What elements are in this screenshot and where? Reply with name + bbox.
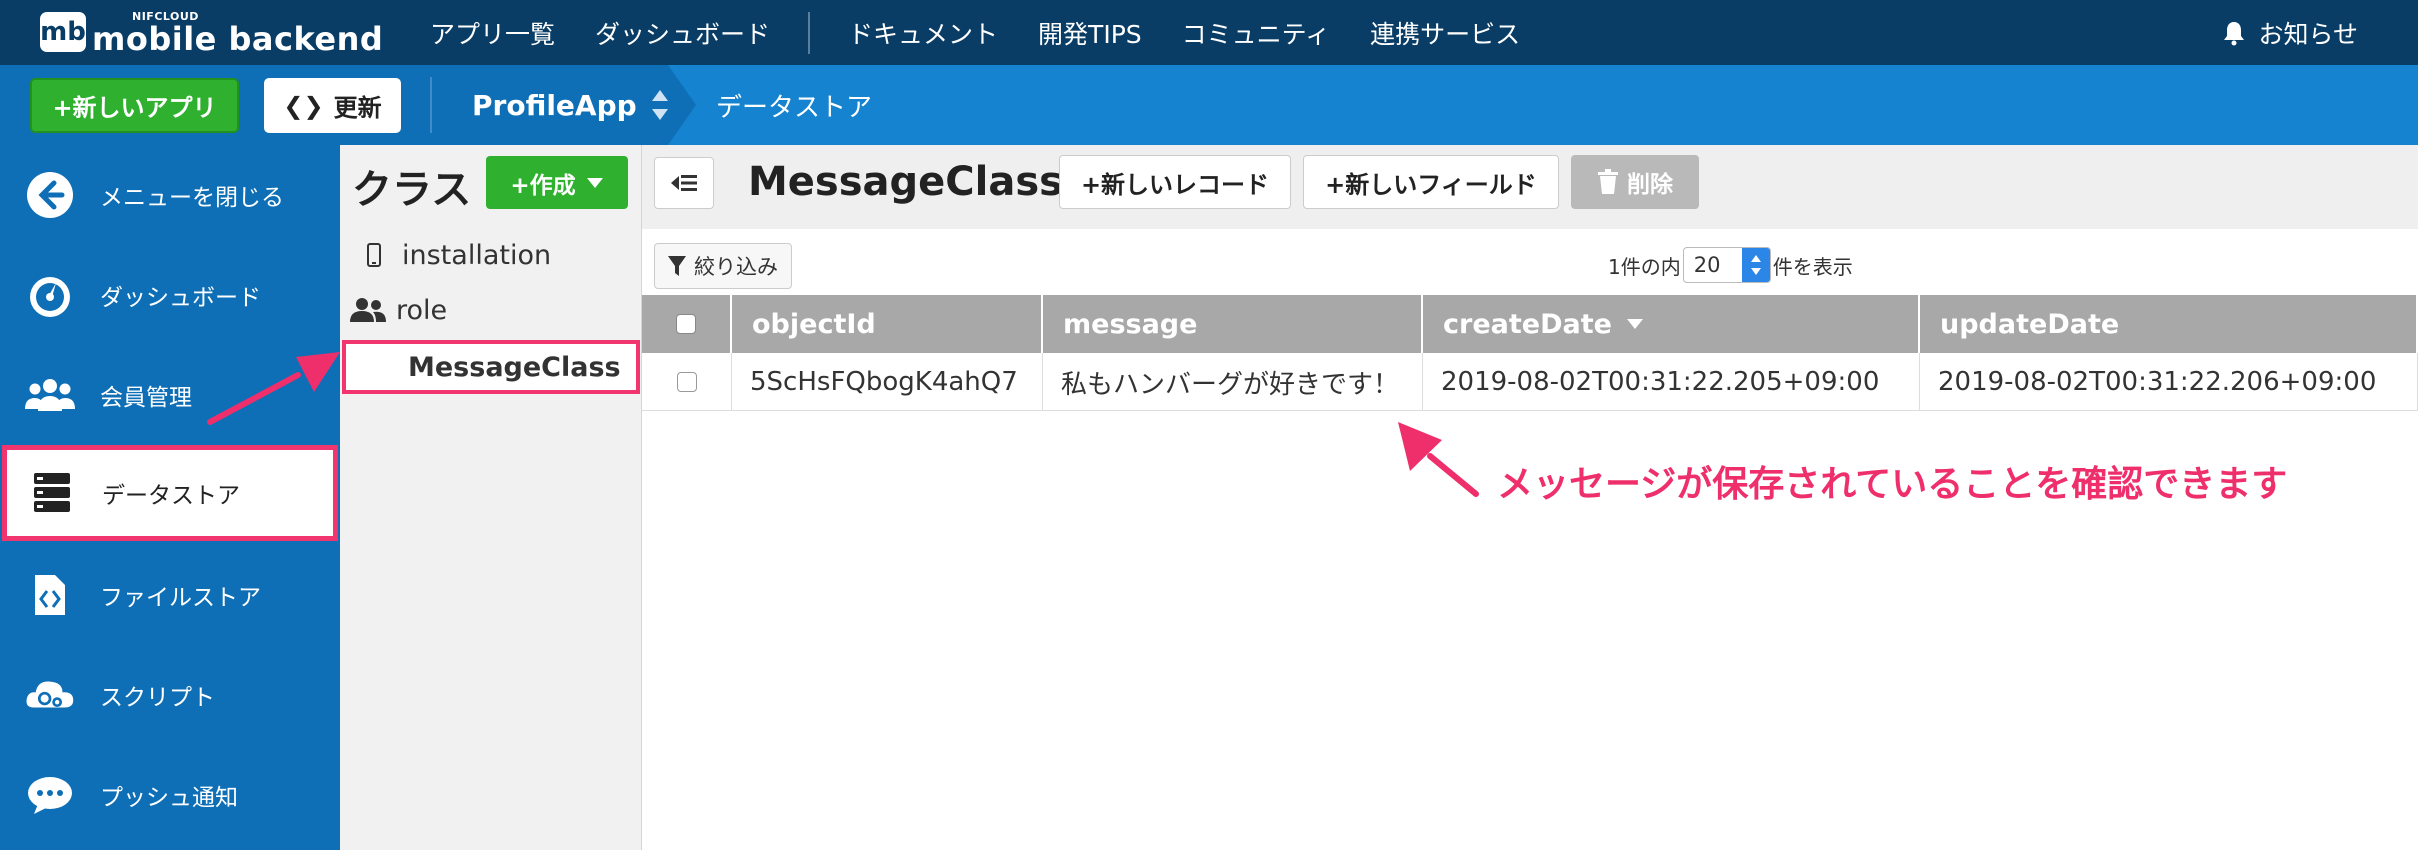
- class-item-label: role: [396, 294, 448, 326]
- app-name: ProfileApp: [472, 88, 637, 122]
- select-all-cell: [642, 295, 732, 353]
- database-icon: [27, 468, 77, 518]
- cloud-gear-icon: [25, 670, 75, 720]
- toolbar-divider: [430, 77, 432, 133]
- nav-dashboard[interactable]: ダッシュボード: [595, 15, 770, 51]
- select-all-checkbox[interactable]: [676, 314, 696, 334]
- sidebar-item-label: データストア: [102, 483, 240, 509]
- spinner-arrows-icon[interactable]: [1741, 248, 1770, 282]
- sidebar-item-label: プッシュ通知: [100, 785, 238, 811]
- sidebar-item-label: 会員管理: [100, 385, 192, 411]
- per-page-value: 20: [1693, 253, 1721, 277]
- class-item-installation[interactable]: installation: [340, 228, 642, 282]
- sidebar-item-close-menu[interactable]: メニューを閉じる: [0, 145, 340, 245]
- class-header: MessageClass +新しいレコード +新しいフィールド 削除: [642, 145, 2418, 229]
- filter-button[interactable]: 絞り込み: [654, 243, 792, 289]
- logo-mark: mb: [40, 12, 86, 52]
- new-field-button[interactable]: +新しいフィールド: [1303, 155, 1559, 209]
- column-header-updatedate[interactable]: updateDate: [1920, 295, 2418, 353]
- mobile-icon: [354, 243, 394, 267]
- class-item-role[interactable]: role: [340, 283, 642, 337]
- class-item-messageclass[interactable]: MessageClass: [342, 340, 640, 394]
- class-name-heading: MessageClass: [748, 159, 1063, 205]
- sidebar: メニューを閉じる ダッシュボード 会員管理 データストア ファイルストア スクリ…: [0, 145, 340, 850]
- annotation-text: メッセージが保存されていることを確認できます: [1497, 464, 2288, 505]
- sidebar-item-label: メニューを閉じる: [100, 185, 284, 211]
- breadcrumb[interactable]: データストア: [716, 65, 872, 145]
- file-code-icon: [25, 570, 75, 620]
- table-header: objectId message createDate updateDate: [642, 295, 2418, 353]
- filter-row: 絞り込み 1件の内 20 件を表示: [642, 229, 2418, 295]
- nav-community[interactable]: コミュニティ: [1182, 15, 1331, 51]
- column-header-createdate[interactable]: createDate: [1423, 295, 1920, 353]
- pagination-prefix: 1件の内: [1608, 254, 1681, 279]
- sidebar-item-members[interactable]: 会員管理: [0, 345, 340, 445]
- app-toolbar: +新しいアプリ ❮❯ 更新 ProfileApp データストア: [0, 65, 2418, 145]
- sidebar-item-label: スクリプト: [100, 685, 215, 711]
- trash-icon: [1598, 169, 1618, 194]
- top-nav: mb NIFCLOUD mobile backend アプリ一覧 ダッシュボード…: [0, 0, 2418, 65]
- notifications-link[interactable]: お知らせ: [2222, 0, 2358, 65]
- collapse-left-icon: [671, 175, 697, 191]
- column-header-message[interactable]: message: [1043, 295, 1423, 353]
- sidebar-item-filestore[interactable]: ファイルストア: [0, 545, 340, 645]
- sidebar-item-dashboard[interactable]: ダッシュボード: [0, 245, 340, 345]
- bell-icon: [2224, 21, 2245, 45]
- cell-createdate[interactable]: 2019-08-02T00:31:22.205+09:00: [1423, 353, 1920, 411]
- row-checkbox[interactable]: [676, 372, 697, 392]
- column-header-label: createDate: [1443, 308, 1612, 340]
- cell-objectid[interactable]: 5ScHsFQbogK4ahQ7: [732, 353, 1043, 411]
- caret-down-icon: [586, 177, 603, 188]
- create-class-button[interactable]: +作成: [486, 156, 628, 209]
- sort-arrows-icon: [651, 90, 668, 120]
- collapse-panel-button[interactable]: [654, 157, 714, 209]
- chat-bubble-icon: [25, 770, 75, 820]
- nav-documents[interactable]: ドキュメント: [848, 15, 998, 51]
- sidebar-item-label: ファイルストア: [100, 585, 261, 611]
- users-icon: [25, 370, 75, 420]
- sidebar-item-datastore[interactable]: データストア: [2, 445, 338, 541]
- create-class-label: +作成: [510, 172, 576, 199]
- logo-text: mobile backend: [92, 19, 384, 58]
- sort-desc-icon: [1626, 319, 1643, 329]
- column-header-objectid[interactable]: objectId: [732, 295, 1043, 353]
- funnel-icon: [668, 256, 686, 276]
- refresh-icon: ❮❯: [283, 91, 324, 120]
- new-app-button[interactable]: +新しいアプリ: [30, 78, 239, 133]
- nav-dev-tips[interactable]: 開発TIPS: [1038, 15, 1142, 51]
- dashboard-gauge-icon: [25, 270, 75, 320]
- users-icon: [348, 297, 388, 323]
- table-row[interactable]: 5ScHsFQbogK4ahQ7 私もハンバーグが好きです！ 2019-08-0…: [642, 353, 2418, 411]
- logo[interactable]: mb NIFCLOUD mobile backend: [40, 6, 383, 58]
- notifications-label: お知らせ: [2258, 19, 2358, 49]
- delete-label: 削除: [1627, 172, 1673, 198]
- filter-label: 絞り込み: [694, 255, 778, 279]
- class-panel-title: クラス: [352, 167, 472, 213]
- breadcrumb-bg: [668, 65, 2418, 145]
- class-panel: クラス +作成 installation role MessageClass: [340, 145, 642, 850]
- row-select-cell: [642, 353, 732, 411]
- app-selector[interactable]: ProfileApp: [472, 65, 669, 145]
- class-item-label: MessageClass: [408, 351, 621, 383]
- class-item-label: installation: [402, 239, 552, 271]
- pagination: 1件の内 20 件を表示: [1608, 247, 1853, 283]
- cell-updatedate[interactable]: 2019-08-02T00:31:22.206+09:00: [1920, 353, 2418, 411]
- sidebar-item-script[interactable]: スクリプト: [0, 645, 340, 745]
- nav-integrations[interactable]: 連携サービス: [1370, 15, 1520, 51]
- per-page-input[interactable]: 20: [1682, 247, 1771, 283]
- pagination-suffix: 件を表示: [1772, 254, 1853, 279]
- delete-button[interactable]: 削除: [1571, 155, 1699, 209]
- refresh-button[interactable]: ❮❯ 更新: [264, 78, 401, 133]
- nav-divider: [808, 11, 811, 54]
- back-arrow-icon: [25, 170, 75, 220]
- new-record-button[interactable]: +新しいレコード: [1059, 155, 1291, 209]
- nav-app-list[interactable]: アプリ一覧: [430, 15, 555, 51]
- refresh-label: 更新: [333, 94, 382, 122]
- cell-message[interactable]: 私もハンバーグが好きです！: [1043, 353, 1423, 411]
- sidebar-item-label: ダッシュボード: [100, 285, 261, 311]
- sidebar-item-push[interactable]: プッシュ通知: [0, 745, 340, 845]
